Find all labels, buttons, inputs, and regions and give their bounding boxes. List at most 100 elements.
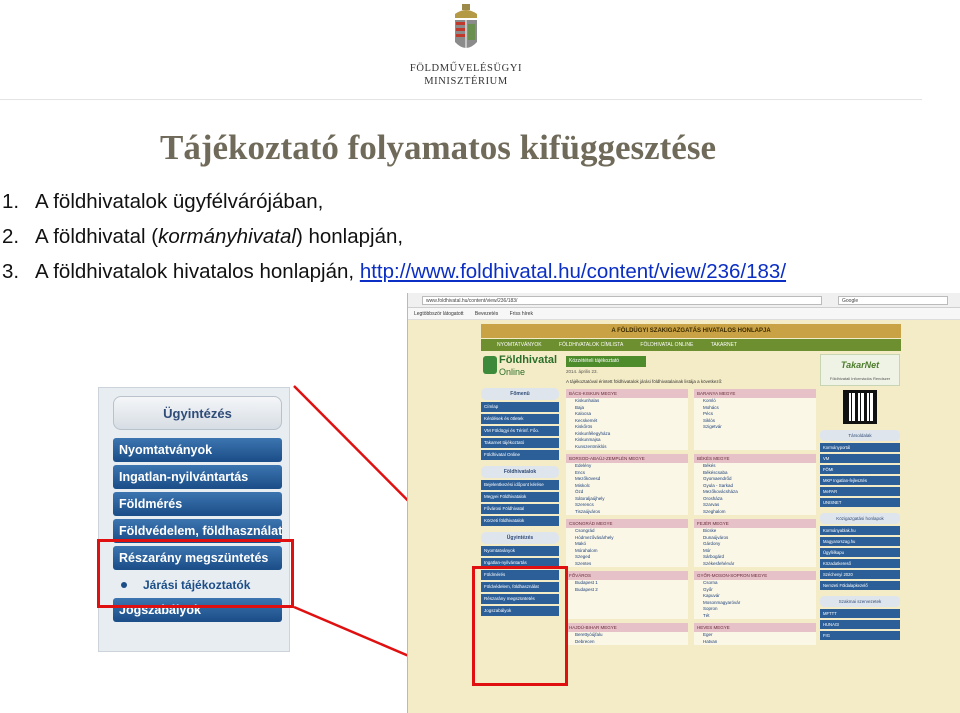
county-heading: HAJDÚ-BIHAR MEGYE — [566, 623, 688, 632]
county-heading: CSONGRÁD MEGYE — [566, 519, 688, 528]
right-menu-item[interactable]: Közadatkereső — [820, 559, 900, 568]
left-section-heading: Ügyintézés — [481, 532, 559, 544]
county-heading: FŐVÁROS — [566, 571, 688, 580]
county-block: BÉKÉS MEGYE Békés Békéscsaba Gyomaendrőd Gyu… — [694, 454, 816, 515]
right-menu-item[interactable]: MePAR — [820, 487, 900, 496]
county-office-link[interactable]: Székesfehérvár — [694, 561, 816, 568]
left-menu-item[interactable]: Földhivatal Online — [481, 450, 559, 460]
highlight-box-screenshot — [472, 566, 568, 686]
browser-toolbar: www.foldhivatal.hu/content/view/236/183/… — [408, 293, 960, 308]
highlight-box-zoom — [97, 539, 294, 608]
right-menu-item[interactable]: FÖMI — [820, 465, 900, 474]
right-menu-item[interactable]: Kormányablak.hu — [820, 526, 900, 535]
sidebar-item-nyomtatvanyok[interactable]: Nyomtatványok — [113, 438, 282, 462]
list-item: 3. A földhivatalok hivatalos honlapján, h… — [2, 254, 786, 289]
county-office-link[interactable]: Szeghalom — [694, 509, 816, 516]
item-text-before: A földhivatal ( — [35, 225, 159, 248]
county-office-link[interactable]: Szentes — [566, 561, 688, 568]
nav-item[interactable]: FÖLDHIVATAL ONLINE — [640, 342, 693, 348]
county-heading: BARANYA MEGYE — [694, 389, 816, 398]
county-heading: GYŐR-MOSON-SOPRON MEGYE — [694, 571, 816, 580]
slide-title: Tájékoztató folyamatos kifüggesztése — [160, 128, 717, 167]
left-menu-item[interactable]: Kérdések és ötletek — [481, 414, 559, 424]
takarnet-subtitle: Földhivatali Információs Rendszer — [829, 376, 891, 381]
item-number: 3. — [2, 260, 20, 283]
left-menu-item[interactable]: Bejelentkezési időpont kérése — [481, 480, 559, 490]
left-menu-item[interactable]: Címlap — [481, 402, 559, 412]
sidebar-heading: Ügyintézés — [113, 396, 282, 430]
left-menu-item[interactable]: Fővárosi Földhivatal — [481, 504, 559, 514]
county-office-link[interactable]: Kunszentmiklós — [566, 444, 688, 451]
bullet-list: 1. A földhivatalok ügyfélvárójában, 2. A f… — [2, 184, 786, 289]
address-bar[interactable]: www.foldhivatal.hu/content/view/236/183/ — [422, 296, 822, 305]
right-menu-item[interactable]: Kormányportál — [820, 443, 900, 452]
county-office-link[interactable]: Tiszaújváros — [566, 509, 688, 516]
bookmark-item[interactable]: Bevezetés — [475, 311, 498, 317]
right-menu-item[interactable]: FIG — [820, 631, 900, 640]
right-section-heading: Közigazgatási honlapok — [820, 513, 900, 524]
county-office-link[interactable]: Budapest 2 — [566, 587, 688, 594]
foldhivatal-link[interactable]: http://www.foldhivatal.hu/content/view/2… — [360, 260, 786, 283]
left-menu-item[interactable]: Takarnet tájékoztató — [481, 438, 559, 448]
takarnet-title: TakarNet — [840, 360, 880, 370]
site-banner: A FÖLDÜGYI SZAKIGAZGATÁS HIVATALOS HONLA… — [481, 324, 901, 338]
county-block: BORSOD-ABAÚJ-ZEMPLÉN MEGYE Edelény Encs Mez… — [566, 454, 688, 515]
item-number: 1. — [2, 190, 20, 213]
left-menu-item[interactable]: Megyei Földhivatalok — [481, 492, 559, 502]
right-menu-item[interactable]: Széchenyi 2020 — [820, 570, 900, 579]
header-divider — [0, 99, 922, 100]
item-text: A földhivatalok hivatalos honlapján, — [35, 260, 360, 283]
nav-item[interactable]: TAKARNET — [711, 342, 737, 348]
left-menu-item[interactable]: Körzeti földhivatalok — [481, 516, 559, 526]
right-menu-item[interactable]: HUNAGI — [820, 620, 900, 629]
left-menu-item[interactable]: VM Földügyi és Térinf. Főo. — [481, 426, 559, 436]
bookmark-item[interactable]: Legtöbbször látogatott — [414, 311, 463, 317]
right-menu-item[interactable]: MKP Ingatlan-fejlesztés — [820, 476, 900, 485]
county-block: FEJÉR MEGYE Bicske Dunaújváros Gárdony Mór Sá… — [694, 519, 816, 567]
sidebar-item-ingatlan[interactable]: Ingatlan-nyilvántartás — [113, 465, 282, 489]
right-menu-item[interactable]: Ügyfélkapu — [820, 548, 900, 557]
right-menu-item[interactable]: UNISNET — [820, 498, 900, 507]
left-menu-item[interactable]: Nyomtatványok — [481, 546, 559, 556]
county-block: FŐVÁROS Budapest 1 Budapest 2 — [566, 571, 688, 619]
sidebar-item-foldmeres[interactable]: Földmérés — [113, 492, 282, 516]
logo-line-1: Földhivatal — [499, 354, 558, 366]
takarnet-logo[interactable]: TakarNet Földhivatali Információs Rendsz… — [820, 354, 900, 386]
county-block: HAJDÚ-BIHAR MEGYE Berettyóújfalu Debrecen — [566, 623, 688, 645]
county-office-link[interactable]: Hatvan — [694, 639, 816, 646]
nav-item[interactable]: FÖLDHIVATALOK CÍMLISTA — [559, 342, 623, 348]
right-menu-item[interactable]: VM — [820, 454, 900, 463]
hungarian-coat-of-arms-logo — [455, 4, 477, 50]
county-heading: FEJÉR MEGYE — [694, 519, 816, 528]
website-screenshot: www.foldhivatal.hu/content/view/236/183/… — [407, 293, 960, 713]
county-block: CSONGRÁD MEGYE Csongrád Hódmezővásárhely Ma… — [566, 519, 688, 567]
bookmarks-bar: Legtöbbször látogatott Bevezetés Friss h… — [408, 308, 960, 320]
site-right-column: TakarNet Földhivatali Információs Rendsz… — [820, 354, 900, 640]
search-box[interactable]: Google — [838, 296, 948, 305]
right-section-heading: Társoldalak — [820, 430, 900, 441]
right-menu-item[interactable]: MFTTT — [820, 609, 900, 618]
county-office-link[interactable]: Debrecen — [566, 639, 688, 646]
county-grid: BÁCS-KISKUN MEGYE Kiskunhalas Baja Kalocsa K… — [566, 389, 816, 649]
foldhivatal-online-logo[interactable]: Földhivatal Online — [481, 354, 563, 378]
county-office-link[interactable]: Szigetvár — [694, 424, 816, 431]
ministry-name: FÖLDMŰVELÉSÜGYI MINISZTÉRIUM — [405, 62, 527, 88]
item-text-after: ) honlapján, — [295, 225, 404, 248]
content-tab[interactable]: Közzétételi tájékoztató — [566, 356, 646, 367]
item-text: A földhivatalok ügyfélvárójában, — [35, 190, 324, 213]
item-number: 2. — [2, 225, 20, 248]
content-intro: A tájékoztatóval érintett földhivatalok … — [566, 379, 723, 384]
nav-item[interactable]: NYOMTATVÁNYOK — [497, 342, 542, 348]
county-block: HEVES MEGYE Eger Hatvan — [694, 623, 816, 645]
left-section-heading: Főmenü — [481, 388, 559, 400]
bookmark-item[interactable]: Friss hírek — [510, 311, 533, 317]
content-date: 2014. április 23. — [566, 369, 598, 374]
list-item: 2. A földhivatal (kormányhivatal) honlapj… — [2, 219, 786, 254]
county-office-link[interactable]: Tét — [694, 613, 816, 620]
site-center-column: Közzétételi tájékoztató 2014. április 23… — [566, 356, 816, 649]
left-section-heading: Földhivatalok — [481, 466, 559, 478]
right-menu-item[interactable]: Magyarorszag.hu — [820, 537, 900, 546]
right-menu-item[interactable]: Nemzeti Földalapkezelő — [820, 581, 900, 590]
logo-mark-icon — [483, 356, 497, 374]
county-heading: BORSOD-ABAÚJ-ZEMPLÉN MEGYE — [566, 454, 688, 463]
